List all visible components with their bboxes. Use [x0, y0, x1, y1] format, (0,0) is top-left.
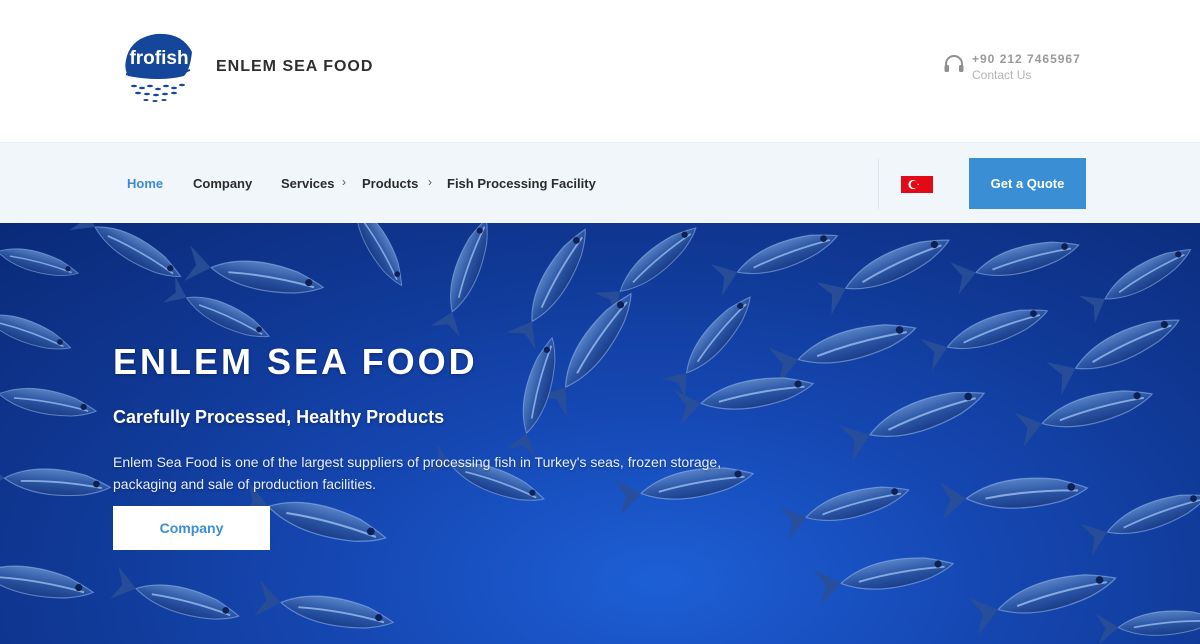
products-chevron-icon[interactable]: ›: [428, 175, 432, 189]
school-of-fish-background: [0, 223, 1200, 644]
nav-item-fish-processing-facility[interactable]: Fish Processing Facility: [447, 176, 596, 191]
get-a-quote-button[interactable]: Get a Quote: [969, 158, 1086, 209]
logo-text: frofish: [129, 48, 188, 69]
hero-banner: ENLEM SEA FOOD Carefully Processed, Heal…: [0, 223, 1200, 644]
nav-item-company[interactable]: Company: [193, 176, 252, 191]
nav-item-services[interactable]: Services: [281, 176, 335, 191]
hero-description: Enlem Sea Food is one of the largest sup…: [113, 454, 722, 492]
contact-label[interactable]: Contact Us: [972, 68, 1031, 82]
main-navigation: Home Company Services › Products › Fish …: [0, 142, 1200, 223]
frofish-logo[interactable]: frofish: [120, 30, 198, 106]
contact-phone[interactable]: +90 212 7465967: [972, 52, 1081, 66]
company-button[interactable]: Company: [113, 506, 270, 550]
logo-icon: frofish: [122, 32, 194, 104]
brand-name: ENLEM SEA FOOD: [216, 58, 374, 75]
services-chevron-icon[interactable]: ›: [342, 175, 346, 189]
nav-divider: [878, 159, 879, 209]
nav-item-products[interactable]: Products: [362, 176, 418, 191]
site-header: frofish ENLEM SEA FOOD +90 212 7465967 C…: [0, 0, 1200, 142]
headset-icon: [944, 55, 964, 72]
nav-item-home[interactable]: Home: [127, 176, 163, 191]
turkey-flag-icon[interactable]: [901, 176, 933, 193]
hero-subtitle: Carefully Processed, Healthy Products: [113, 407, 445, 427]
hero-title: ENLEM SEA FOOD: [113, 341, 478, 382]
